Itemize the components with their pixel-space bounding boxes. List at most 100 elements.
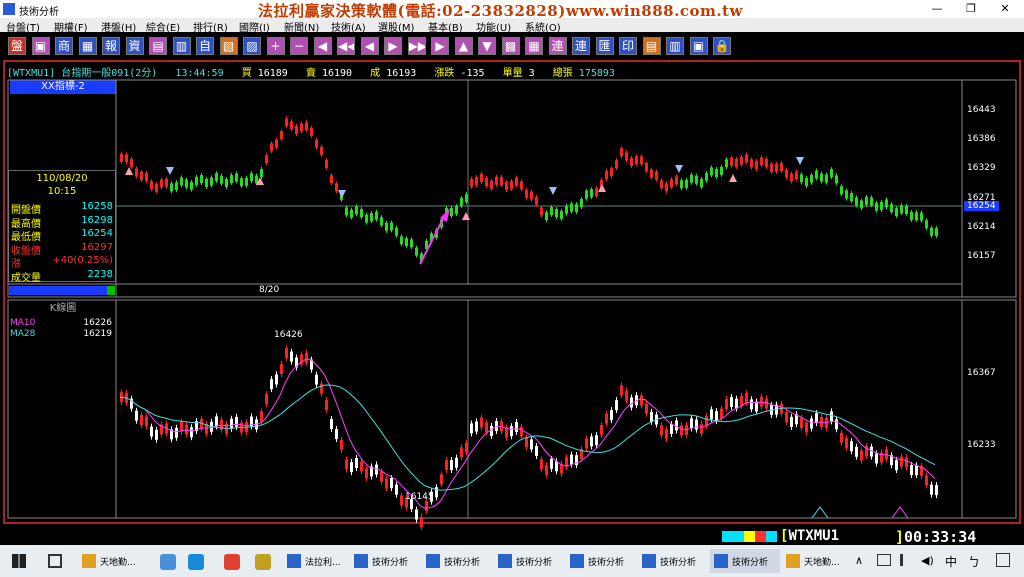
status-symbol: [WTXMU1 — [780, 528, 840, 544]
taskbar-item[interactable]: 技術分析 — [710, 549, 780, 573]
toolbar-button-29[interactable]: ▣ — [689, 37, 708, 55]
info-row-label: 成交量 — [11, 272, 41, 284]
status-clock: ]00:33:34 — [895, 528, 977, 546]
toolbar-button-8[interactable]: 自 — [196, 37, 214, 55]
taskbar-item[interactable]: 技術分析 — [638, 549, 708, 573]
toolbar-button-7[interactable]: ▥ — [172, 37, 191, 55]
taskbar-item-label: 技術分析 — [588, 558, 625, 568]
toolbar-button-25[interactable]: 匯 — [595, 37, 614, 55]
bid-value: 16189 — [257, 68, 288, 79]
ma28-value: 16219 — [83, 329, 112, 339]
network-icon[interactable] — [900, 554, 914, 566]
pinned-app-icon[interactable] — [188, 554, 204, 570]
toolbar-button-27[interactable]: ▤ — [642, 37, 661, 55]
app-icon — [426, 554, 440, 568]
start-icon[interactable] — [12, 554, 26, 568]
toolbar-button-1[interactable]: ▣ — [31, 37, 50, 55]
info-row-value: 16297 — [81, 241, 113, 253]
info-row: 開盤價 16258 — [11, 201, 113, 216]
volume-label: 單量 — [502, 68, 523, 79]
quote-time: 13:44:59 — [175, 68, 224, 79]
taskbar-item[interactable]: 天地勤... — [782, 549, 852, 573]
toolbar-button-9[interactable]: ▧ — [219, 37, 238, 55]
volume-icon[interactable]: ◀) — [921, 554, 934, 567]
notification-icon[interactable] — [996, 553, 1010, 567]
toolbar-button-18[interactable]: ▶ — [431, 37, 449, 55]
toolbar-button-12[interactable]: − — [290, 37, 308, 55]
taskbar-item[interactable]: 天地勤... — [78, 549, 148, 573]
volume-value: 3 — [528, 68, 535, 79]
toolbar-button-30[interactable]: 🔒 — [713, 37, 731, 55]
info-row-value: 16258 — [81, 201, 113, 212]
toolbar-button-0[interactable]: 盤 — [8, 37, 26, 55]
info-row: 最高價 16298 — [11, 214, 113, 230]
change-label: 漲跌 — [434, 68, 455, 79]
taskbar-item[interactable]: 技術分析 — [350, 549, 420, 573]
app-icon — [354, 554, 368, 568]
menu-bar: 台盤(T) 期權(F) 港盤(H) 綜合(E) 排行(R) 國際(I) 新聞(N… — [0, 18, 1024, 34]
quote-name: 台指期一般091(2分) — [61, 68, 158, 79]
ma10-value: 16226 — [83, 318, 112, 328]
toolbar-button-3[interactable]: ▦ — [78, 37, 97, 55]
toolbar-button-2[interactable]: 商 — [55, 37, 73, 55]
toolbar-button-17[interactable]: ▶▶ — [407, 37, 426, 55]
taskbar-item[interactable]: 法拉利... — [283, 549, 353, 573]
toolbar-button-22[interactable]: ▦ — [525, 37, 543, 55]
deal-label: 成 — [370, 68, 381, 79]
toolbar-button-5[interactable]: 資 — [125, 37, 144, 55]
quote-bar: [WTXMU1] 台指期一般091(2分) 13:44:59 買 16189 賣… — [7, 64, 1017, 79]
minimize-button[interactable]: — — [922, 1, 952, 17]
total-value: 175893 — [578, 68, 615, 79]
pinned-app-icon[interactable] — [160, 554, 176, 570]
toolbar-button-26[interactable]: 印 — [619, 37, 637, 55]
task-view-icon[interactable] — [48, 554, 62, 568]
lower-ytick-1: 16367 — [967, 368, 996, 378]
toolbar-button-16[interactable]: ▶ — [384, 37, 402, 55]
app-icon — [714, 554, 728, 568]
ime-icon[interactable]: 中 — [945, 553, 957, 570]
toolbar-button-20[interactable]: ▼ — [478, 37, 496, 55]
close-button[interactable]: ✕ — [990, 1, 1020, 17]
upper-panel-header[interactable]: XX指標-2 — [10, 80, 116, 94]
toolbar-button-23[interactable]: 連 — [548, 37, 567, 55]
taskbar-item-label: 技術分析 — [660, 558, 697, 568]
toolbar-button-11[interactable]: + — [266, 37, 285, 55]
toolbar-button-19[interactable]: ▲ — [454, 37, 473, 55]
toolbar-button-14[interactable]: ◀◀ — [337, 37, 355, 55]
toolbar-button-13[interactable]: ◀ — [313, 37, 332, 55]
info-row-value: 16298 — [81, 214, 113, 226]
battery-icon[interactable] — [877, 554, 891, 566]
taskbar-item[interactable]: 技術分析 — [566, 549, 636, 573]
toolbar-button-6[interactable]: ▤ — [149, 37, 167, 55]
info-row: 收盤價 16297 — [11, 241, 113, 257]
pinned-app-icon[interactable] — [224, 554, 240, 570]
toolbar-button-24[interactable]: 連 — [572, 37, 590, 55]
tray-up-icon[interactable]: ∧ — [855, 554, 863, 567]
taskbar-item-label: 技術分析 — [372, 558, 409, 568]
toolbar-button-21[interactable]: ▩ — [501, 37, 520, 55]
change-value: -135 — [460, 68, 485, 79]
taskbar-item[interactable]: 技術分析 — [422, 549, 492, 573]
ask-value: 16190 — [321, 68, 353, 79]
status-bar: [WTXMU1 ]00:33:34 — [700, 528, 1024, 546]
pinned-app-icon[interactable] — [255, 554, 271, 570]
lang-icon[interactable]: ㄅ — [968, 553, 980, 570]
lower-panel-header[interactable]: K線圖 — [10, 302, 116, 316]
toolbar-button-4[interactable]: 報 — [102, 37, 120, 55]
upper-ytick-3: 16329 — [967, 163, 996, 173]
taskbar-item[interactable]: 技術分析 — [494, 549, 564, 573]
status-clock-text: 00:33:34 — [904, 528, 977, 546]
maximize-button[interactable]: ❐ — [956, 1, 986, 17]
app-icon — [642, 554, 656, 568]
app-icon — [498, 554, 512, 568]
info-date: 110/08/20 — [36, 173, 88, 184]
date-marker: 8/20 — [259, 285, 280, 295]
app-icon — [287, 554, 301, 568]
deal-value: 16193 — [386, 68, 417, 79]
toolbar-button-15[interactable]: ◀ — [360, 37, 379, 55]
toolbar-button-10[interactable]: ▨ — [243, 37, 261, 55]
app-icon — [82, 554, 96, 568]
toolbar-button-28[interactable]: ▥ — [666, 37, 684, 55]
app-icon — [3, 3, 15, 15]
toolbar: 盤 ▣ 商 ▦ 報資 ▤ ▥ 自 ▧ ▨ + − ◀ ◀◀ ◀ ▶ ▶▶ ▶ ▲ ▼ ▩ ▦ 連連匯印 ▤ ▥ ▣ 🔒 — [0, 32, 1024, 60]
